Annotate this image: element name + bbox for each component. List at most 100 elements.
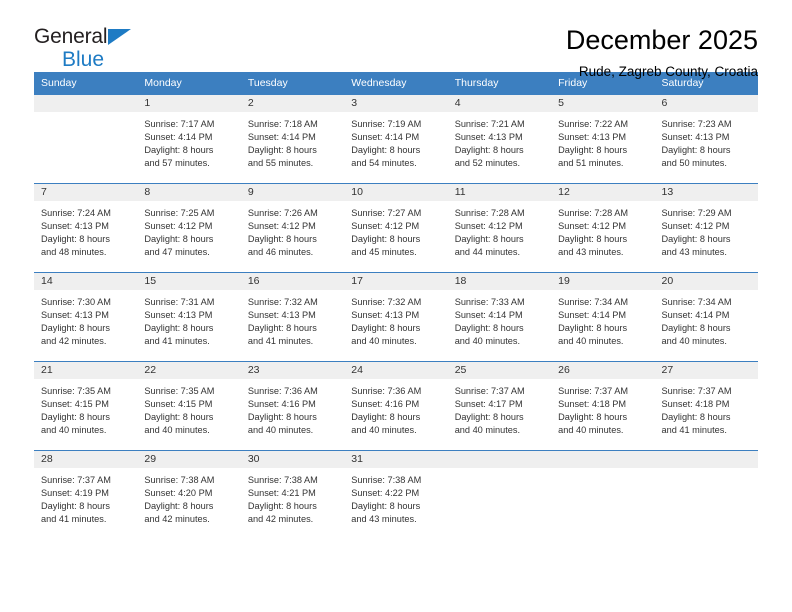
calendar-day-cell[interactable]: 11 Sunrise: 7:28 AM Sunset: 4:12 PM Dayligh…: [447, 183, 552, 273]
day-info-line: Sunrise: 7:22 AM: [558, 119, 629, 129]
day-info-line: and 40 minutes.: [661, 336, 727, 347]
day-number: [551, 451, 655, 468]
calendar-day-cell[interactable]: 30 Sunrise: 7:38 AM Sunset: 4:21 PM Dayligh…: [240, 450, 345, 540]
day-sun-info: Sunrise: 7:32 AM Sunset: 4:13 PM Daylight:…: [241, 290, 344, 348]
calendar-day-cell[interactable]: 31 Sunrise: 7:38 AM Sunset: 4:22 PM Dayligh…: [344, 450, 448, 540]
day-info-line: Sunset: 4:14 PM: [454, 310, 523, 321]
day-number: 17: [344, 273, 448, 290]
calendar-day-cell[interactable]: 26 Sunrise: 7:37 AM Sunset: 4:18 PM Dayligh…: [551, 361, 655, 451]
day-sun-info: Sunrise: 7:22 AM Sunset: 4:13 PM Daylight:…: [551, 112, 654, 170]
calendar-day-cell[interactable]: 4 Sunrise: 7:21 AM Sunset: 4:13 PM Daylight…: [447, 94, 552, 184]
calendar-day-cell[interactable]: 8 Sunrise: 7:25 AM Sunset: 4:12 PM Daylight…: [137, 183, 241, 273]
calendar-day-cell[interactable]: 17 Sunrise: 7:32 AM Sunset: 4:13 PM Dayligh…: [344, 272, 448, 362]
logo-text-blue: Blue: [62, 48, 105, 71]
calendar-day-cell[interactable]: 16 Sunrise: 7:32 AM Sunset: 4:13 PM Dayligh…: [240, 272, 345, 362]
calendar-day-cell[interactable]: 20 Sunrise: 7:34 AM Sunset: 4:14 PM Dayligh…: [654, 272, 758, 362]
day-sun-info: Sunrise: 7:37 AM Sunset: 4:19 PM Daylight:…: [34, 468, 137, 526]
day-number: 14: [34, 273, 138, 290]
day-number: 10: [344, 184, 448, 201]
day-sun-info: Sunrise: 7:38 AM Sunset: 4:22 PM Daylight:…: [344, 468, 447, 526]
calendar-day-cell[interactable]: 18 Sunrise: 7:33 AM Sunset: 4:14 PM Dayligh…: [447, 272, 552, 362]
calendar-day-cell-empty: [447, 450, 552, 540]
day-info-line: Daylight: 8 hours: [247, 323, 317, 334]
day-info-line: Sunrise: 7:17 AM: [144, 119, 215, 129]
day-info-line: Daylight: 8 hours: [454, 145, 524, 156]
calendar-day-cell[interactable]: 5 Sunrise: 7:22 AM Sunset: 4:13 PM Daylight…: [551, 94, 655, 184]
day-number: 23: [240, 362, 345, 379]
day-info-line: and 41 minutes.: [661, 425, 727, 436]
calendar-day-cell[interactable]: 15 Sunrise: 7:31 AM Sunset: 4:13 PM Dayligh…: [137, 272, 241, 362]
calendar-day-cell[interactable]: 29 Sunrise: 7:38 AM Sunset: 4:20 PM Dayligh…: [137, 450, 241, 540]
day-info-line: and 41 minutes.: [247, 336, 314, 347]
day-info-line: Sunrise: 7:32 AM: [351, 297, 422, 307]
day-info-line: and 40 minutes.: [144, 425, 210, 436]
day-sun-info: Sunrise: 7:31 AM Sunset: 4:13 PM Daylight:…: [137, 290, 240, 348]
day-info-line: Sunset: 4:18 PM: [558, 399, 627, 410]
calendar-day-cell[interactable]: 23 Sunrise: 7:36 AM Sunset: 4:16 PM Dayligh…: [240, 361, 345, 451]
calendar-day-cell[interactable]: 25 Sunrise: 7:37 AM Sunset: 4:17 PM Dayligh…: [447, 361, 552, 451]
calendar-day-cell[interactable]: 2 Sunrise: 7:18 AM Sunset: 4:14 PM Daylight…: [240, 94, 345, 184]
day-number: 2: [240, 95, 345, 112]
day-sun-info: Sunrise: 7:38 AM Sunset: 4:20 PM Daylight:…: [137, 468, 240, 526]
day-info-line: Daylight: 8 hours: [247, 145, 317, 156]
day-info-line: and 40 minutes.: [558, 425, 624, 436]
day-info-line: Sunset: 4:13 PM: [41, 310, 109, 321]
weekday-header-thursday: Thursday: [447, 72, 552, 95]
day-info-line: and 40 minutes.: [247, 425, 314, 436]
day-number: 12: [551, 184, 655, 201]
day-sun-info: Sunrise: 7:21 AM Sunset: 4:13 PM Daylight:…: [448, 112, 551, 170]
day-sun-info: Sunrise: 7:38 AM Sunset: 4:21 PM Daylight:…: [241, 468, 344, 526]
calendar-day-cell[interactable]: 13 Sunrise: 7:29 AM Sunset: 4:12 PM Dayligh…: [654, 183, 758, 273]
calendar-day-cell[interactable]: 10 Sunrise: 7:27 AM Sunset: 4:12 PM Dayligh…: [344, 183, 448, 273]
title-block: December 2025 Rude, Zagreb County, Croat…: [566, 25, 758, 80]
calendar-day-cell[interactable]: 22 Sunrise: 7:35 AM Sunset: 4:15 PM Dayligh…: [137, 361, 241, 451]
day-sun-info: [34, 112, 137, 118]
calendar-day-cell[interactable]: 3 Sunrise: 7:19 AM Sunset: 4:14 PM Daylight…: [344, 94, 448, 184]
day-sun-info: Sunrise: 7:35 AM Sunset: 4:15 PM Daylight:…: [34, 379, 137, 437]
day-info-line: Sunset: 4:14 PM: [351, 132, 420, 143]
calendar-day-cell[interactable]: 1 Sunrise: 7:17 AM Sunset: 4:14 PM Daylight…: [137, 94, 241, 184]
day-number: 27: [654, 362, 758, 379]
calendar-day-cell[interactable]: 9 Sunrise: 7:26 AM Sunset: 4:12 PM Daylight…: [240, 183, 345, 273]
day-info-line: Sunset: 4:14 PM: [247, 132, 316, 143]
day-info-line: Sunrise: 7:37 AM: [454, 386, 525, 396]
day-number: 7: [34, 184, 138, 201]
day-info-line: Sunset: 4:14 PM: [144, 132, 213, 143]
day-number: 1: [137, 95, 241, 112]
day-info-line: Daylight: 8 hours: [144, 501, 214, 512]
calendar-day-cell[interactable]: 6 Sunrise: 7:23 AM Sunset: 4:13 PM Daylight…: [654, 94, 758, 184]
day-number: 9: [240, 184, 345, 201]
weekday-header-sunday: Sunday: [34, 72, 138, 95]
day-info-line: Sunset: 4:16 PM: [247, 399, 316, 410]
day-info-line: Daylight: 8 hours: [144, 234, 214, 245]
day-sun-info: Sunrise: 7:19 AM Sunset: 4:14 PM Daylight:…: [344, 112, 447, 170]
calendar-day-cell[interactable]: 7 Sunrise: 7:24 AM Sunset: 4:13 PM Daylight…: [34, 183, 138, 273]
calendar-day-cell[interactable]: 28 Sunrise: 7:37 AM Sunset: 4:19 PM Dayligh…: [34, 450, 138, 540]
calendar-day-cell[interactable]: 19 Sunrise: 7:34 AM Sunset: 4:14 PM Dayligh…: [551, 272, 655, 362]
calendar-day-cell[interactable]: 27 Sunrise: 7:37 AM Sunset: 4:18 PM Dayligh…: [654, 361, 758, 451]
day-number: 19: [551, 273, 655, 290]
calendar-day-cell[interactable]: 24 Sunrise: 7:36 AM Sunset: 4:16 PM Dayligh…: [344, 361, 448, 451]
day-number: 29: [137, 451, 241, 468]
day-number: [34, 95, 138, 112]
day-info-line: Daylight: 8 hours: [144, 412, 214, 423]
day-info-line: Sunrise: 7:23 AM: [661, 119, 732, 129]
day-info-line: and 45 minutes.: [351, 247, 417, 258]
day-sun-info: Sunrise: 7:36 AM Sunset: 4:16 PM Daylight:…: [344, 379, 447, 437]
calendar-day-cell[interactable]: 12 Sunrise: 7:28 AM Sunset: 4:12 PM Dayligh…: [551, 183, 655, 273]
day-info-line: and 40 minutes.: [41, 425, 107, 436]
day-info-line: and 41 minutes.: [41, 514, 107, 525]
day-sun-info: Sunrise: 7:34 AM Sunset: 4:14 PM Daylight:…: [551, 290, 654, 348]
day-sun-info: Sunrise: 7:37 AM Sunset: 4:17 PM Daylight:…: [448, 379, 551, 437]
day-info-line: Sunrise: 7:38 AM: [351, 475, 422, 485]
day-info-line: Sunrise: 7:29 AM: [661, 208, 732, 218]
calendar-day-cell[interactable]: 14 Sunrise: 7:30 AM Sunset: 4:13 PM Dayligh…: [34, 272, 138, 362]
day-number: 20: [654, 273, 758, 290]
day-info-line: Daylight: 8 hours: [351, 323, 421, 334]
day-sun-info: Sunrise: 7:17 AM Sunset: 4:14 PM Daylight:…: [137, 112, 240, 170]
day-number: 28: [34, 451, 138, 468]
month-calendar: Sunday Monday Tuesday Wednesday Thursday Frid…: [34, 72, 758, 540]
day-info-line: and 40 minutes.: [558, 336, 624, 347]
day-info-line: and 46 minutes.: [247, 247, 314, 258]
calendar-day-cell[interactable]: 21 Sunrise: 7:35 AM Sunset: 4:15 PM Dayligh…: [34, 361, 138, 451]
